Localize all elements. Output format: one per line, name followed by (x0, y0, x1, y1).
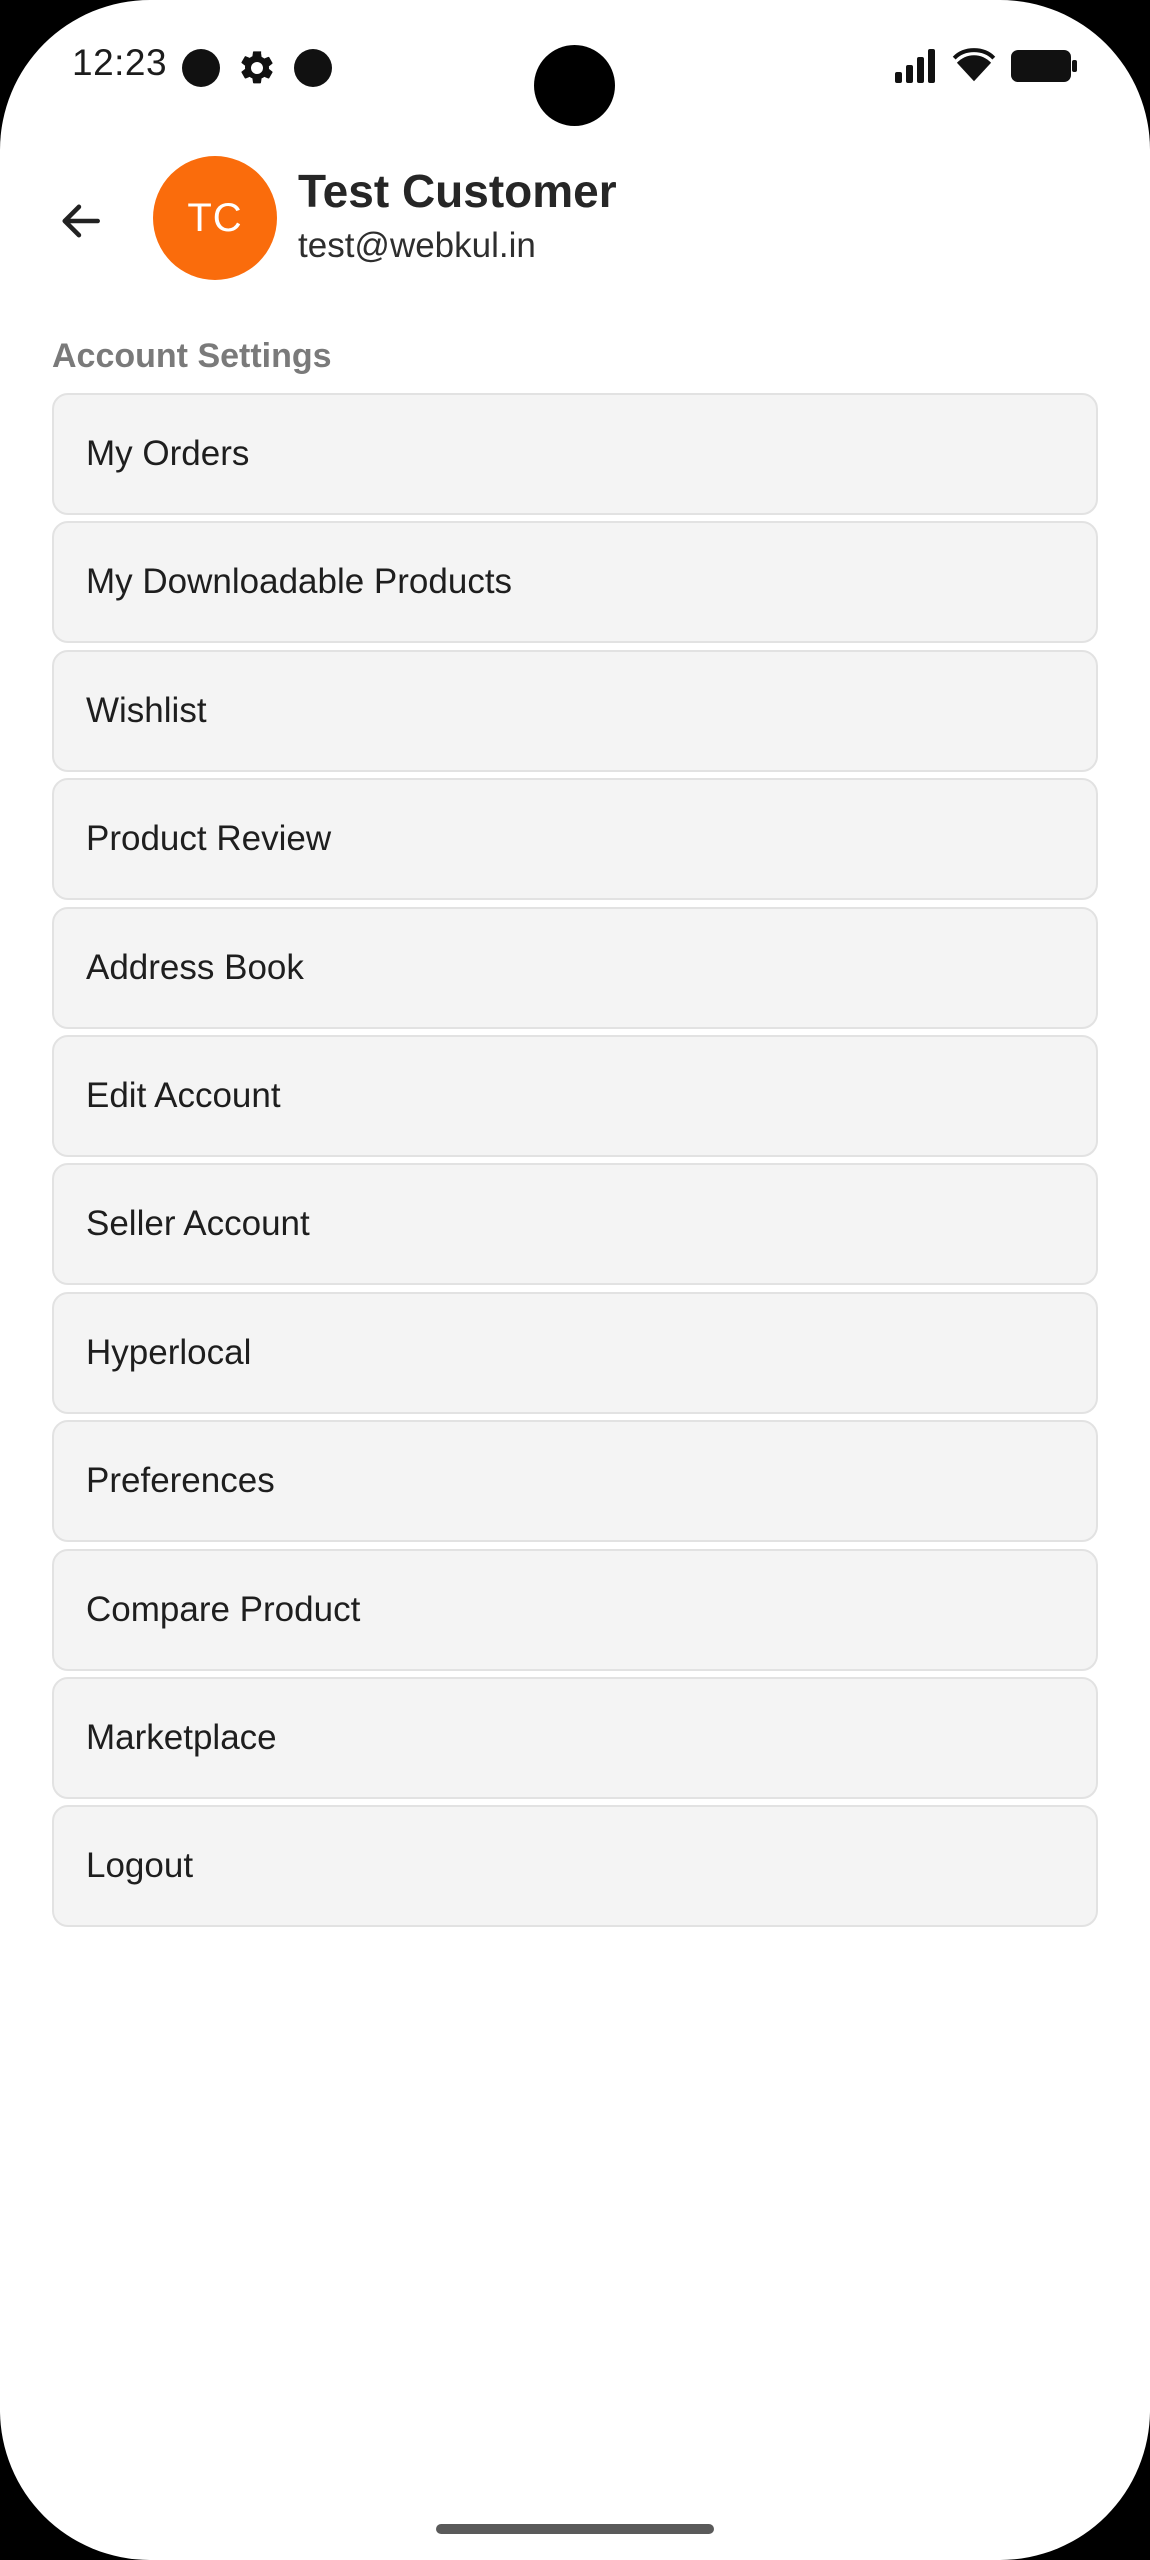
camera-cutout (534, 45, 615, 126)
profile-header: TC Test Customer test@webkul.in (0, 150, 1150, 290)
signal-icon (894, 48, 938, 89)
menu-item-seller-account[interactable]: Seller Account (52, 1163, 1098, 1286)
arrow-left-icon (62, 204, 100, 238)
menu-item-compare-product[interactable]: Compare Product (52, 1548, 1098, 1671)
back-button[interactable] (40, 180, 122, 262)
status-icons (894, 46, 1078, 90)
menu-item-preferences[interactable]: Preferences (52, 1420, 1098, 1543)
status-bar: 12:23 (0, 0, 1150, 135)
settings-gear-icon (237, 48, 277, 88)
app-screen: 12:23 TC Test Customer test@webkul.in Ac… (0, 0, 1150, 2560)
user-name: Test Customer (298, 165, 617, 217)
menu-item-my-downloadable-products[interactable]: My Downloadable Products (52, 521, 1098, 644)
menu-item-my-orders[interactable]: My Orders (52, 393, 1098, 515)
notification-dot-icon (182, 49, 220, 87)
notification-dot-icon (294, 49, 332, 87)
menu-item-marketplace[interactable]: Marketplace (52, 1676, 1098, 1799)
home-indicator[interactable] (436, 2524, 714, 2534)
status-time: 12:23 (72, 42, 168, 83)
section-title-account-settings: Account Settings (52, 337, 332, 375)
menu-item-address-book[interactable]: Address Book (52, 906, 1098, 1029)
menu-item-wishlist[interactable]: Wishlist (52, 649, 1098, 772)
wifi-icon (952, 47, 996, 89)
account-settings-list: My Orders My Downloadable Products Wishl… (52, 393, 1098, 1934)
menu-item-logout[interactable]: Logout (52, 1805, 1098, 1928)
user-email: test@webkul.in (298, 226, 536, 265)
menu-item-hyperlocal[interactable]: Hyperlocal (52, 1291, 1098, 1414)
battery-icon (1010, 49, 1078, 88)
menu-item-edit-account[interactable]: Edit Account (52, 1034, 1098, 1157)
menu-item-product-review[interactable]: Product Review (52, 778, 1098, 901)
avatar[interactable]: TC (153, 156, 277, 280)
